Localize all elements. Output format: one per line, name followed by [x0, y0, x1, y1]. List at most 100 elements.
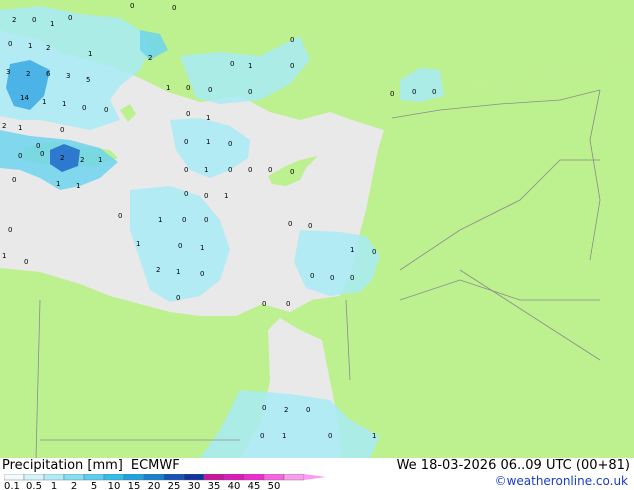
precip-value-label: 2	[284, 406, 288, 414]
precip-value-label: 0	[60, 126, 64, 134]
precip-value-label: 0	[118, 212, 122, 220]
colorbar-arrow	[304, 474, 326, 480]
precip-value-label: 2	[80, 156, 84, 164]
precip-value-label: 1	[282, 432, 286, 440]
precip-value-label: 0	[18, 152, 22, 160]
precip-value-label: 0	[204, 192, 208, 200]
credit-link[interactable]: ©weatheronline.co.uk	[495, 474, 628, 488]
precip-value-label: 0	[330, 274, 334, 282]
colorbar-swatch	[43, 474, 65, 481]
colorbar-swatch	[263, 474, 285, 481]
colorbar-tick-label: 2	[71, 481, 77, 490]
precip-value-label: 1	[372, 432, 376, 440]
colorbar-swatch	[23, 474, 45, 481]
precip-value-label: 0	[104, 106, 108, 114]
precip-value-label: 0	[130, 2, 134, 10]
colorbar-tick-label: 0.5	[26, 481, 42, 490]
precip-value-label: 1	[50, 20, 54, 28]
precip-value-label: 0	[204, 216, 208, 224]
colorbar-swatch	[63, 474, 85, 481]
colorbar-swatch	[83, 474, 105, 481]
precip-value-label: 1	[28, 42, 32, 50]
precip-value-label: 0	[172, 4, 176, 12]
colorbar: 0.1 0.5 1 2 5 10 15 20 25 30 35 40 45 50	[4, 474, 326, 490]
precip-value-label: 2	[60, 154, 64, 162]
precip-value-label: 2	[12, 16, 16, 24]
colorbar-swatch	[163, 474, 185, 481]
valid-time-label: We 18-03-2026 06..09 UTC (00+81)	[396, 458, 630, 473]
precip-value-label: 1	[18, 124, 22, 132]
colorbar-tick-label: 25	[168, 481, 181, 490]
colorbar-swatch	[183, 474, 205, 481]
precip-value-label: 0	[350, 274, 354, 282]
precip-value-label: 0	[432, 88, 436, 96]
precip-value-label: 0	[32, 16, 36, 24]
precip-value-label: 0	[248, 166, 252, 174]
precip-value-label: 2	[156, 266, 160, 274]
precip-value-label: 0	[228, 166, 232, 174]
precip-value-label: 0	[184, 166, 188, 174]
colorbar-swatch	[283, 474, 305, 481]
precip-value-label: 1	[200, 244, 204, 252]
precip-value-label: 0	[82, 104, 86, 112]
precip-value-label: 0	[186, 84, 190, 92]
precip-value-label: 0	[182, 216, 186, 224]
colorbar-tick-label: 0.1	[4, 481, 20, 490]
precip-value-label: 0	[228, 140, 232, 148]
precip-value-label: 1	[62, 100, 66, 108]
precip-value-label: 0	[184, 138, 188, 146]
precip-value-label: 1	[166, 84, 170, 92]
precipitation-map: 2 0 1 0 0 0 0 1 2 1 2 0 3 2 6 3 5 0 1 0 14 1 1 0 0 1 0 0 0 0 0 0 0 1 2 1 0 0 0…	[0, 0, 634, 458]
precip-value-label: 0	[262, 300, 266, 308]
precip-value-label: 0	[8, 226, 12, 234]
precip-value-label: 0	[40, 150, 44, 158]
precip-value-label: 1	[88, 50, 92, 58]
colorbar-tick-label: 10	[108, 481, 121, 490]
precip-value-label: 0	[290, 36, 294, 44]
precip-value-label: 1	[248, 62, 252, 70]
precip-value-label: 1	[2, 252, 6, 260]
precip-value-label: 2	[46, 44, 50, 52]
precip-value-label: 1	[206, 138, 210, 146]
colorbar-tick-label: 40	[228, 481, 241, 490]
precip-value-label: 0	[262, 404, 266, 412]
precip-value-label: 0	[186, 110, 190, 118]
precip-value-label: 1	[42, 98, 46, 106]
colorbar-tick-label: 1	[51, 481, 57, 490]
precip-value-label: 0	[176, 294, 180, 302]
precip-value-label: 0	[260, 432, 264, 440]
precip-value-label: 1	[224, 192, 228, 200]
precip-value-label: 1	[136, 240, 140, 248]
precip-value-label: 1	[176, 268, 180, 276]
precip-value-label: 0	[68, 14, 72, 22]
colorbar-swatch	[243, 474, 265, 481]
precip-value-label: 0	[24, 258, 28, 266]
precip-value-label: 1	[98, 156, 102, 164]
colorbar-tick-label: 35	[208, 481, 221, 490]
precip-value-label: 1	[76, 182, 80, 190]
colorbar-swatch	[123, 474, 145, 481]
weather-map-page: 2 0 1 0 0 0 0 1 2 1 2 0 3 2 6 3 5 0 1 0 14 1 1 0 0 1 0 0 0 0 0 0 0 1 2 1 0 0 0…	[0, 0, 634, 490]
precip-value-label: 2	[148, 54, 152, 62]
colorbar-tick-label: 30	[188, 481, 201, 490]
precip-value-label: 3	[6, 68, 10, 76]
colorbar-tick-label: 15	[128, 481, 141, 490]
colorbar-tick-label: 20	[148, 481, 161, 490]
colorbar-tick-label: 5	[91, 481, 97, 490]
map-title: Precipitation [mm] ECMWF	[2, 458, 188, 473]
precip-value-label: 5	[86, 76, 90, 84]
precip-value-label: 0	[36, 142, 40, 150]
precip-value-label: 0	[328, 432, 332, 440]
precip-value-label: 0	[230, 60, 234, 68]
precip-value-label: 0	[8, 40, 12, 48]
precip-value-label: 0	[208, 86, 212, 94]
precip-value-label: 0	[286, 300, 290, 308]
precip-value-label: 0	[248, 88, 252, 96]
precip-value-label: 14	[20, 94, 29, 102]
colorbar-swatch	[143, 474, 165, 481]
precip-value-label: 1	[206, 114, 210, 122]
parameter-label: Precipitation [mm]	[2, 458, 123, 473]
colorbar-swatch	[4, 474, 25, 481]
precip-value-label: 2	[2, 122, 6, 130]
colorbar-swatch	[103, 474, 125, 481]
